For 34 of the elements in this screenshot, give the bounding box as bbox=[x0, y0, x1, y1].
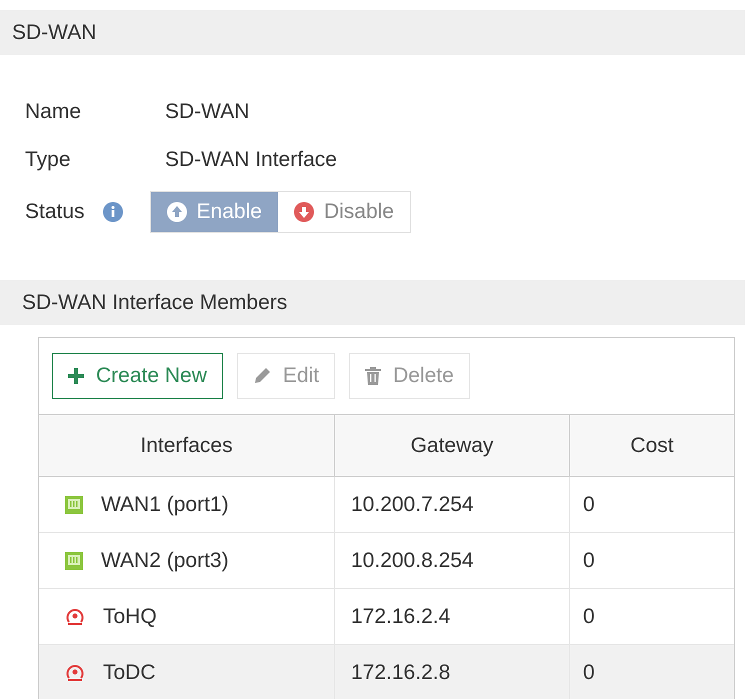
tunnel-icon bbox=[65, 606, 85, 626]
network-port-icon bbox=[65, 552, 83, 570]
arrow-up-icon bbox=[166, 202, 187, 222]
create-button[interactable]: Create New bbox=[52, 353, 223, 399]
field-label: Name bbox=[25, 99, 82, 126]
field-value: SD-WAN bbox=[165, 99, 250, 126]
table-row-cell[interactable]: ToDC bbox=[39, 645, 334, 699]
tunnel-icon bbox=[65, 662, 85, 682]
network-port-icon bbox=[65, 496, 83, 514]
field-label: Type bbox=[25, 147, 72, 174]
column-header[interactable]: Interfaces bbox=[39, 415, 334, 477]
interface-name: ToHQ bbox=[103, 604, 157, 630]
interface-name: ToDC bbox=[103, 660, 156, 686]
plus-icon bbox=[68, 368, 84, 384]
table-cell: 172.16.2.8 bbox=[334, 645, 569, 699]
interface-name: WAN1 (port1) bbox=[101, 492, 229, 518]
table-cell: 0 bbox=[569, 589, 734, 645]
table-cell: 10.200.7.254 bbox=[334, 477, 569, 533]
column-header[interactable]: Gateway bbox=[334, 415, 569, 477]
pencil-icon bbox=[252, 367, 271, 385]
section-header: SD-WAN bbox=[0, 10, 745, 55]
table-cell: 0 bbox=[569, 477, 734, 533]
field-value: SD-WAN Interface bbox=[165, 147, 337, 174]
column-header[interactable]: Cost bbox=[569, 415, 734, 477]
table-cell: 172.16.2.4 bbox=[334, 589, 569, 645]
arrow-down-icon bbox=[294, 202, 314, 222]
trash-icon bbox=[365, 367, 382, 385]
section-header: SD-WAN Interface Members bbox=[0, 280, 745, 325]
table-cell: 0 bbox=[569, 645, 734, 699]
field-label: Status bbox=[25, 199, 85, 226]
table-cell: 0 bbox=[569, 533, 734, 589]
info-icon bbox=[102, 202, 123, 222]
table-cell: 10.200.8.254 bbox=[334, 533, 569, 589]
interface-name: WAN2 (port3) bbox=[101, 548, 229, 574]
